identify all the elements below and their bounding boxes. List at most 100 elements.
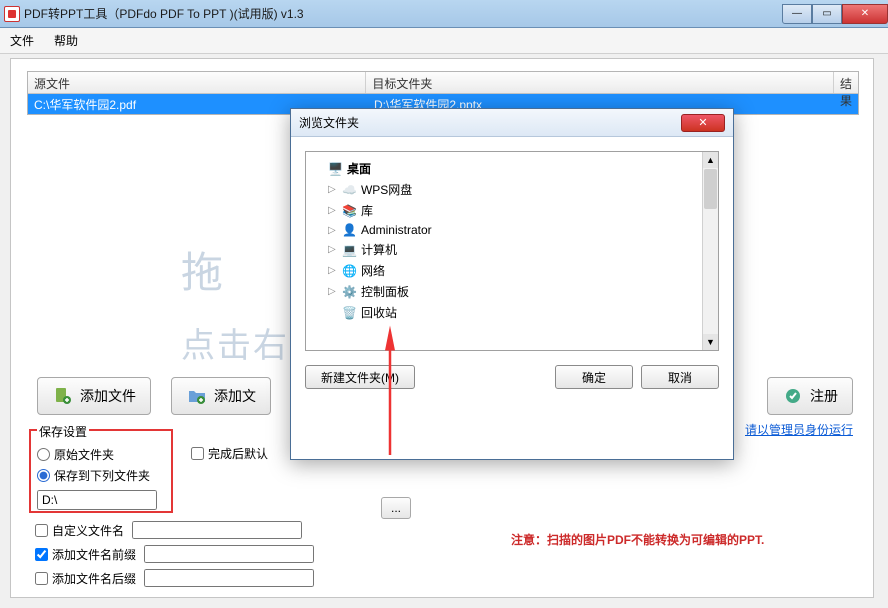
col-result[interactable]: 结果 xyxy=(834,72,858,93)
library-icon: 📚 xyxy=(342,204,357,218)
after-convert-label: 完成后默认 xyxy=(208,445,268,462)
chevron-right-icon: ▷ xyxy=(328,265,338,276)
menu-bar: 文件 帮助 xyxy=(0,28,888,54)
tree-desktop[interactable]: 🖥️ 桌面 xyxy=(310,158,698,179)
custom-name-input[interactable] xyxy=(132,521,302,539)
folder-tree: 🖥️ 桌面 ▷ ☁️ WPS网盘 ▷ 📚 库 ▷ 👤 Administrator xyxy=(305,151,719,351)
opt-custom-label: 保存到下列文件夹 xyxy=(54,467,150,484)
custom-name-label: 自定义文件名 xyxy=(52,522,124,539)
dialog-title-bar[interactable]: 浏览文件夹 ✕ xyxy=(291,109,733,137)
col-source[interactable]: 源文件 xyxy=(28,72,366,93)
close-button[interactable]: ✕ xyxy=(842,4,888,24)
suffix-input[interactable] xyxy=(144,569,314,587)
recycle-icon: 🗑️ xyxy=(342,306,357,320)
save-path-input[interactable] xyxy=(37,490,157,510)
browse-folder-dialog: 浏览文件夹 ✕ 🖥️ 桌面 ▷ ☁️ WPS网盘 ▷ 📚 库 xyxy=(290,108,734,460)
browse-button[interactable]: ... xyxy=(381,497,411,519)
tree-admin-label: Administrator xyxy=(361,223,432,237)
save-settings-legend: 保存设置 xyxy=(37,423,89,440)
tree-control-panel[interactable]: ▷ ⚙️ 控制面板 xyxy=(310,281,698,302)
dialog-title: 浏览文件夹 xyxy=(299,114,359,131)
scroll-thumb[interactable] xyxy=(704,169,717,209)
app-icon xyxy=(4,6,20,22)
tree-administrator[interactable]: ▷ 👤 Administrator xyxy=(310,221,698,239)
user-icon: 👤 xyxy=(342,223,357,237)
warning-note: 注意：扫描的图片PDF不能转换为可编辑的PPT. xyxy=(511,531,764,548)
control-panel-icon: ⚙️ xyxy=(342,285,357,299)
tree-recycle-bin[interactable]: 🗑️ 回收站 xyxy=(310,302,698,323)
tree-network[interactable]: ▷ 🌐 网络 xyxy=(310,260,698,281)
opt-custom-name[interactable]: 自定义文件名 xyxy=(35,521,314,539)
tree-control-panel-label: 控制面板 xyxy=(361,283,409,300)
cell-result xyxy=(838,94,858,114)
checkbox-custom-name[interactable] xyxy=(35,524,48,537)
prefix-label: 添加文件名前缀 xyxy=(52,546,136,563)
background-hint: 拖 点击右 xyxy=(181,239,289,367)
col-target[interactable]: 目标文件夹 xyxy=(366,72,834,93)
add-file-button[interactable]: 添加文件 xyxy=(37,377,151,415)
save-settings-group: 保存设置 原始文件夹 保存到下列文件夹 xyxy=(29,429,173,513)
chevron-right-icon: ▷ xyxy=(328,286,338,297)
prefix-input[interactable] xyxy=(144,545,314,563)
tree-lib-label: 库 xyxy=(361,202,373,219)
toolbar: 添加文件 添加文 xyxy=(37,377,271,415)
after-convert-option: 完成后默认 xyxy=(191,445,268,462)
tree-wps-label: WPS网盘 xyxy=(361,181,412,198)
tree-computer-label: 计算机 xyxy=(361,241,397,258)
window-title: PDF转PPT工具（PDFdo PDF To PPT )(试用版) v1.3 xyxy=(24,5,304,22)
network-icon: 🌐 xyxy=(342,264,357,278)
register-area: 注册 请以管理员身份运行 xyxy=(745,377,853,438)
tree-computer[interactable]: ▷ 💻 计算机 xyxy=(310,239,698,260)
cloud-icon: ☁️ xyxy=(342,183,357,197)
opt-original-label: 原始文件夹 xyxy=(54,446,114,463)
tree-desktop-label: 桌面 xyxy=(347,160,371,177)
add-folder-icon xyxy=(186,385,208,407)
chevron-right-icon: ▷ xyxy=(328,184,338,195)
checkbox-prefix[interactable] xyxy=(35,548,48,561)
run-as-admin-link[interactable]: 请以管理员身份运行 xyxy=(745,421,853,438)
dialog-close-button[interactable]: ✕ xyxy=(681,114,725,132)
menu-file[interactable]: 文件 xyxy=(10,32,34,49)
filename-options: 自定义文件名 添加文件名前缀 添加文件名后缀 xyxy=(35,521,314,593)
maximize-button[interactable]: ▭ xyxy=(812,4,842,24)
scroll-down-button[interactable]: ▼ xyxy=(703,334,718,350)
add-file-label: 添加文件 xyxy=(80,386,136,406)
window-buttons: — ▭ ✕ xyxy=(782,4,888,24)
tree-network-label: 网络 xyxy=(361,262,385,279)
tree-scrollbar[interactable]: ▲ ▼ xyxy=(702,152,718,350)
dialog-buttons: 新建文件夹(M) 确定 取消 xyxy=(305,365,719,389)
opt-prefix[interactable]: 添加文件名前缀 xyxy=(35,545,314,563)
checkbox-suffix[interactable] xyxy=(35,572,48,585)
dialog-body: 🖥️ 桌面 ▷ ☁️ WPS网盘 ▷ 📚 库 ▷ 👤 Administrator xyxy=(291,137,733,403)
add-folder-label: 添加文 xyxy=(214,386,256,406)
computer-icon: 💻 xyxy=(342,243,357,257)
menu-help[interactable]: 帮助 xyxy=(54,32,78,49)
folder-tree-list: 🖥️ 桌面 ▷ ☁️ WPS网盘 ▷ 📚 库 ▷ 👤 Administrator xyxy=(306,152,702,350)
chevron-right-icon: ▷ xyxy=(328,244,338,255)
bg-line1: 拖 xyxy=(181,239,289,300)
after-convert-checkbox[interactable] xyxy=(191,447,204,460)
opt-custom-folder[interactable]: 保存到下列文件夹 xyxy=(37,467,165,484)
scroll-up-button[interactable]: ▲ xyxy=(703,152,718,168)
opt-suffix[interactable]: 添加文件名后缀 xyxy=(35,569,314,587)
new-folder-button[interactable]: 新建文件夹(M) xyxy=(305,365,415,389)
chevron-right-icon: ▷ xyxy=(328,225,338,236)
scroll-track[interactable] xyxy=(703,210,718,334)
table-header: 源文件 目标文件夹 结果 xyxy=(28,72,858,94)
add-file-icon xyxy=(52,385,74,407)
minimize-button[interactable]: — xyxy=(782,4,812,24)
tree-libraries[interactable]: ▷ 📚 库 xyxy=(310,200,698,221)
desktop-icon: 🖥️ xyxy=(328,162,343,176)
add-folder-button[interactable]: 添加文 xyxy=(171,377,271,415)
register-button[interactable]: 注册 xyxy=(767,377,853,415)
suffix-label: 添加文件名后缀 xyxy=(52,570,136,587)
bg-line2: 点击右 xyxy=(181,318,289,367)
tree-wps[interactable]: ▷ ☁️ WPS网盘 xyxy=(310,179,698,200)
cancel-button[interactable]: 取消 xyxy=(641,365,719,389)
radio-custom[interactable] xyxy=(37,469,50,482)
register-icon xyxy=(782,385,804,407)
chevron-right-icon: ▷ xyxy=(328,205,338,216)
radio-original[interactable] xyxy=(37,448,50,461)
ok-button[interactable]: 确定 xyxy=(555,365,633,389)
opt-original-folder[interactable]: 原始文件夹 xyxy=(37,446,165,463)
